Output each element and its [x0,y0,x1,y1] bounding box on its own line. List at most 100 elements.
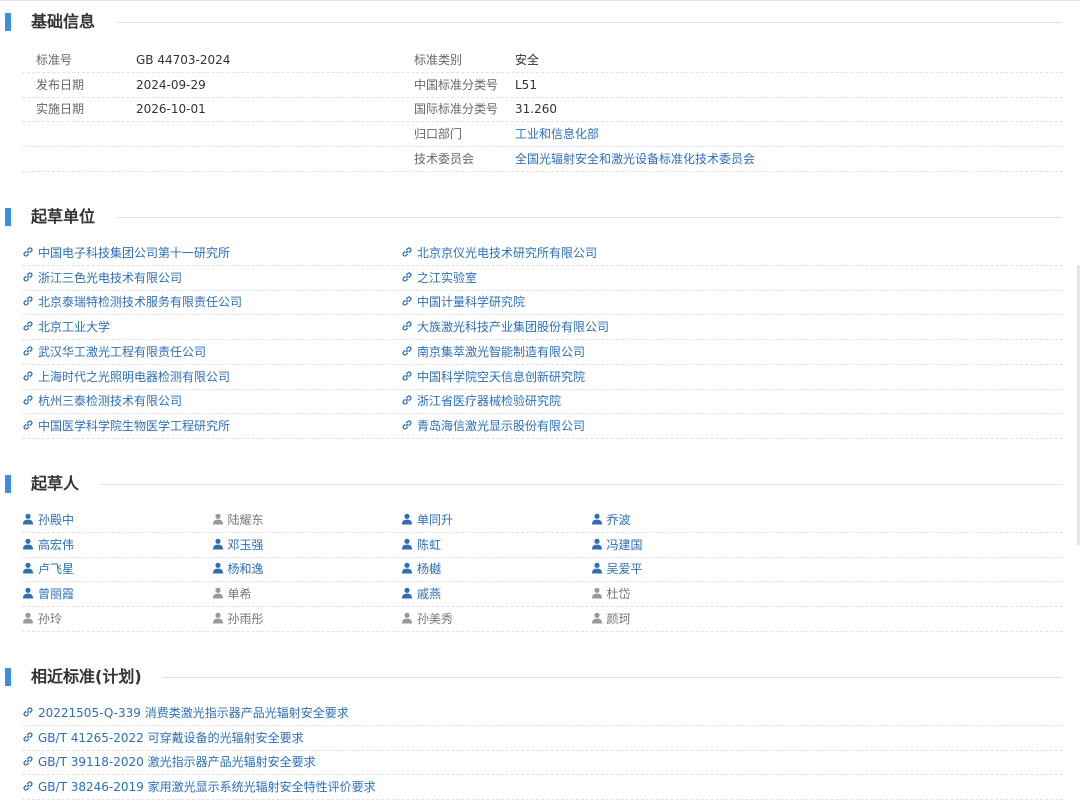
field-link[interactable]: 全国光辐射安全和激光设备标准化技术委员会 [515,152,755,166]
cell: 陆耀东 [212,508,264,532]
drafting-unit-link[interactable]: 浙江省医疗器械检验研究院 [401,394,561,408]
cell: 杨和逸 [212,557,264,581]
cell: 北京京仪光电技术研究所有限公司 [401,241,597,265]
drafter-name: 高宏伟 [38,537,75,552]
link-icon [401,267,413,282]
drafter-link[interactable]: 杜岱 [591,587,631,601]
drafting-unit-link[interactable]: 杭州三泰检测技术有限公司 [22,394,182,408]
drafting-unit-link[interactable]: 中国计量科学研究院 [401,295,525,309]
field-label: 实施日期 [36,102,85,117]
person-icon [22,608,34,624]
cell: 浙江省医疗器械检验研究院 [401,389,561,413]
drafter-link[interactable]: 杨和逸 [212,562,264,576]
section-title: 起草人 [31,474,80,493]
drafter-link[interactable]: 孙殿中 [22,513,74,527]
link-icon [401,390,413,405]
drafter-link[interactable]: 曾丽霞 [22,587,74,601]
section-accent-bar [5,208,11,226]
unit-row: 上海时代之光照明电器检测有限公司 中国科学院空天信息创新研究院 [22,365,1063,390]
unit-name: 之江实验室 [417,270,478,285]
unit-name: 北京泰瑞特检测技术服务有限责任公司 [38,295,243,310]
drafter-link[interactable]: 陆耀东 [212,513,264,527]
drafter-name: 曾丽霞 [38,587,75,602]
cell: 中国标准分类号 [414,73,498,97]
drafting-unit-link[interactable]: 之江实验室 [401,271,477,285]
cell: 卢飞星 [22,557,74,581]
person-icon [591,583,603,599]
section-accent-bar [5,13,11,31]
drafting-unit-link[interactable]: 浙江三色光电技术有限公司 [22,271,182,285]
link-icon [22,242,34,257]
drafter-link[interactable]: 邓玉强 [212,538,264,552]
cell: GB 44703-2024 [136,48,230,72]
drafter-link[interactable]: 吴爱平 [591,562,643,576]
section-accent-bar [5,668,11,686]
cell: 孙殿中 [22,508,74,532]
drafter-name: 陆耀东 [227,513,264,527]
field-link[interactable]: 工业和信息化部 [515,127,599,141]
unit-name: 青岛海信激光显示股份有限公司 [417,418,586,433]
section-title: 起草单位 [31,207,96,226]
person-icon [22,558,34,574]
drafter-link[interactable]: 单希 [212,587,252,601]
person-icon [401,583,413,599]
cell: 杭州三泰检测技术有限公司 [22,389,182,413]
standard-link[interactable]: GB/T 38246-2019 家用激光显示系统光辐射安全特性评价要求 [22,780,376,794]
drafter-name: 杨和逸 [227,562,264,577]
link-icon [401,316,413,331]
cell: 31.260 [515,97,557,121]
drafting-unit-link[interactable]: 北京京仪光电技术研究所有限公司 [401,246,597,260]
drafter-link[interactable]: 乔波 [591,513,631,527]
drafting-unit-link[interactable]: 北京工业大学 [22,320,110,334]
drafter-link[interactable]: 孙美秀 [401,612,453,626]
drafting-unit-link[interactable]: 上海时代之光照明电器检测有限公司 [22,370,230,384]
drafter-name: 孙雨彤 [227,611,264,626]
drafter-link[interactable]: 单同升 [401,513,453,527]
drafting-unit-link[interactable]: 中国医学科学院生物医学工程研究所 [22,419,230,433]
drafting-unit-link[interactable]: 北京泰瑞特检测技术服务有限责任公司 [22,295,242,309]
drafter-link[interactable]: 孙雨彤 [212,612,264,626]
drafter-link[interactable]: 戚燕 [401,587,441,601]
unit-name: 中国计量科学研究院 [417,295,526,310]
cell: 冯建国 [591,533,643,557]
drafting-unit-link[interactable]: 武汉华工激光工程有限责任公司 [22,345,206,359]
drafter-link[interactable]: 杨樾 [401,562,441,576]
unit-row: 中国医学科学院生物医学工程研究所 青岛海信激光显示股份有限公司 [22,414,1063,439]
drafting-unit-link[interactable]: 中国电子科技集团公司第十一研究所 [22,246,230,260]
standard-name: 激光指示器产品光辐射安全要求 [147,755,316,770]
cell: GB/T 38246-2019 家用激光显示系统光辐射安全特性评价要求 [22,775,376,799]
drafter-link[interactable]: 陈虹 [401,538,441,552]
drafter-row: 高宏伟 邓玉强 陈虹 冯建国 [22,533,1063,558]
drafter-link[interactable]: 孙玲 [22,612,62,626]
unit-row: 中国电子科技集团公司第十一研究所 北京京仪光电技术研究所有限公司 [22,241,1063,266]
person-icon [591,509,603,525]
drafting-unit-link[interactable]: 中国科学院空天信息创新研究院 [401,370,585,384]
cell: 标准号 [36,48,72,72]
info-row: 实施日期 2026-10-01 国际标准分类号 31.260 [22,97,1063,123]
drafters-section: 起草人 [0,472,1080,496]
unit-row: 北京泰瑞特检测技术服务有限责任公司 中国计量科学研究院 [22,290,1063,316]
drafter-link[interactable]: 冯建国 [591,538,643,552]
cell: 之江实验室 [401,266,477,290]
standard-link[interactable]: GB/T 41265-2022 可穿戴设备的光辐射安全要求 [22,731,304,745]
person-icon [22,509,34,525]
standard-row: 20221505-Q-339 消费类激光指示器产品光辐射安全要求 [22,701,1063,726]
basic-info-section: 基础信息 [0,10,1080,34]
field-value: GB 44703-2024 [136,53,231,67]
drafting-unit-link[interactable]: 南京集萃激光智能制造有限公司 [401,345,585,359]
unit-name: 上海时代之光照明电器检测有限公司 [38,369,231,384]
drafting-unit-link[interactable]: 青岛海信激光显示股份有限公司 [401,419,585,433]
drafting-unit-link[interactable]: 大族激光科技产业集团股份有限公司 [401,320,609,334]
drafter-link[interactable]: 颜珂 [591,612,631,626]
drafter-name: 戚燕 [417,587,442,602]
drafter-name: 杨樾 [417,562,442,577]
info-row: 技术委员会 全国光辐射安全和激光设备标准化技术委员会 [22,147,1063,172]
standard-link[interactable]: GB/T 39118-2020 激光指示器产品光辐射安全要求 [22,755,316,769]
person-icon [401,558,413,574]
person-icon [591,608,603,624]
cell: 国际标准分类号 [414,97,498,121]
drafter-link[interactable]: 卢飞星 [22,562,74,576]
field-label: 技术委员会 [414,151,475,166]
standard-link[interactable]: 20221505-Q-339 消费类激光指示器产品光辐射安全要求 [22,706,349,720]
drafter-link[interactable]: 高宏伟 [22,538,74,552]
